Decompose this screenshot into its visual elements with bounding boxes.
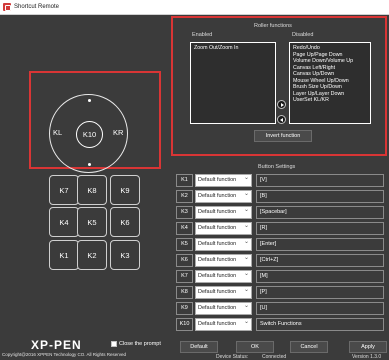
default-button[interactable]: Default <box>180 341 218 353</box>
brand-logo: XP-PEN <box>31 338 82 352</box>
function-select[interactable]: Default function <box>195 269 252 283</box>
version-text: Version 1.3.0 <box>352 354 382 360</box>
disabled-label: Disabled <box>292 32 314 38</box>
cancel-button[interactable]: Cancel <box>290 341 328 353</box>
button-setting-row-k2: K2 Default function [B] <box>176 189 386 203</box>
move-left-arrow-icon[interactable] <box>277 115 286 124</box>
close-prompt-checkbox[interactable] <box>111 341 117 347</box>
wheel-indicator-bottom-icon <box>88 163 91 166</box>
button-setting-row-k6: K6 Default function [Ctrl+Z] <box>176 253 386 267</box>
function-select[interactable]: Default function <box>195 301 252 315</box>
apply-button[interactable]: Apply <box>349 341 387 353</box>
app-icon <box>3 3 11 11</box>
list-item[interactable]: Zoom Out/Zoom In <box>194 45 272 52</box>
enabled-label: Enabled <box>192 32 213 38</box>
wheel-indicator-top-icon <box>88 99 91 102</box>
function-select[interactable]: Default function <box>195 173 252 187</box>
device-key-k9[interactable]: K9 <box>110 175 140 205</box>
row-key-label: K3 <box>176 206 193 219</box>
title-bar: Shortcut Remote <box>0 0 389 15</box>
copyright-text: Copyright@2016 XPPEN Technology CO. All … <box>2 352 127 357</box>
roller-functions-title: Roller functions <box>254 23 292 29</box>
shortcut-field[interactable]: [B] <box>256 190 384 203</box>
function-select[interactable]: Default function <box>195 237 252 251</box>
shortcut-field[interactable]: [Enter] <box>256 238 384 251</box>
function-select[interactable]: Default function <box>195 189 252 203</box>
device-key-k6[interactable]: K6 <box>110 207 140 237</box>
shortcut-field[interactable]: [M] <box>256 270 384 283</box>
disabled-functions-list[interactable]: Redo/Undo Page Up/Page Down Volume Down/… <box>289 42 371 124</box>
device-key-k1[interactable]: K1 <box>49 240 79 270</box>
device-key-k5[interactable]: K5 <box>77 207 107 237</box>
button-setting-row-k9: K9 Default function [U] <box>176 301 386 315</box>
row-key-label: K9 <box>176 302 193 315</box>
button-setting-row-k1: K1 Default function [V] <box>176 173 386 187</box>
device-key-k2[interactable]: K2 <box>77 240 107 270</box>
device-key-k8[interactable]: K8 <box>77 175 107 205</box>
row-key-label: K1 <box>176 174 193 187</box>
function-select[interactable]: Default function <box>195 205 252 219</box>
function-select[interactable]: Default function <box>195 317 252 331</box>
row-key-label: K2 <box>176 190 193 203</box>
shortcut-field[interactable]: [V] <box>256 174 384 187</box>
shortcut-field[interactable]: [Ctrl+Z] <box>256 254 384 267</box>
row-key-label: K5 <box>176 238 193 251</box>
button-setting-row-k8: K8 Default function [P] <box>176 285 386 299</box>
close-prompt-label[interactable]: Close the prompt <box>119 341 161 348</box>
wheel-center-label: K10 <box>82 130 97 139</box>
row-key-label: K4 <box>176 222 193 235</box>
invert-function-button[interactable]: Invert function <box>254 130 312 142</box>
move-right-arrow-icon[interactable] <box>277 100 286 109</box>
shortcut-field[interactable]: Switch Functions <box>256 318 384 331</box>
button-setting-row-k4: K4 Default function [R] <box>176 221 386 235</box>
device-key-k7[interactable]: K7 <box>49 175 79 205</box>
row-key-label: K10 <box>176 318 193 331</box>
device-key-k4[interactable]: K4 <box>49 207 79 237</box>
shortcut-field[interactable]: [U] <box>256 302 384 315</box>
button-settings-title: Button Settings <box>258 164 296 170</box>
button-setting-row-k7: K7 Default function [M] <box>176 269 386 283</box>
window-title: Shortcut Remote <box>14 4 60 10</box>
shortcut-field[interactable]: [Spacebar] <box>256 206 384 219</box>
list-item[interactable]: UserSet KL/KR <box>293 97 367 104</box>
button-setting-row-k10: K10 Default function Switch Functions <box>176 317 386 331</box>
button-setting-row-k5: K5 Default function [Enter] <box>176 237 386 251</box>
device-status-label: Device Status: <box>216 354 249 360</box>
ok-button[interactable]: OK <box>236 341 274 353</box>
wheel-right-label[interactable]: KR <box>113 128 123 137</box>
shortcut-field[interactable]: [R] <box>256 222 384 235</box>
button-setting-row-k3: K3 Default function [Spacebar] <box>176 205 386 219</box>
device-key-k3[interactable]: K3 <box>110 240 140 270</box>
row-key-label: K6 <box>176 254 193 267</box>
device-status-value: Connected <box>262 354 287 360</box>
row-key-label: K7 <box>176 270 193 283</box>
function-select[interactable]: Default function <box>195 253 252 267</box>
wheel-left-label[interactable]: KL <box>53 128 62 137</box>
function-select[interactable]: Default function <box>195 285 252 299</box>
row-key-label: K8 <box>176 286 193 299</box>
shortcut-field[interactable]: [P] <box>256 286 384 299</box>
function-select[interactable]: Default function <box>195 221 252 235</box>
enabled-functions-list[interactable]: Zoom Out/Zoom In <box>190 42 276 124</box>
